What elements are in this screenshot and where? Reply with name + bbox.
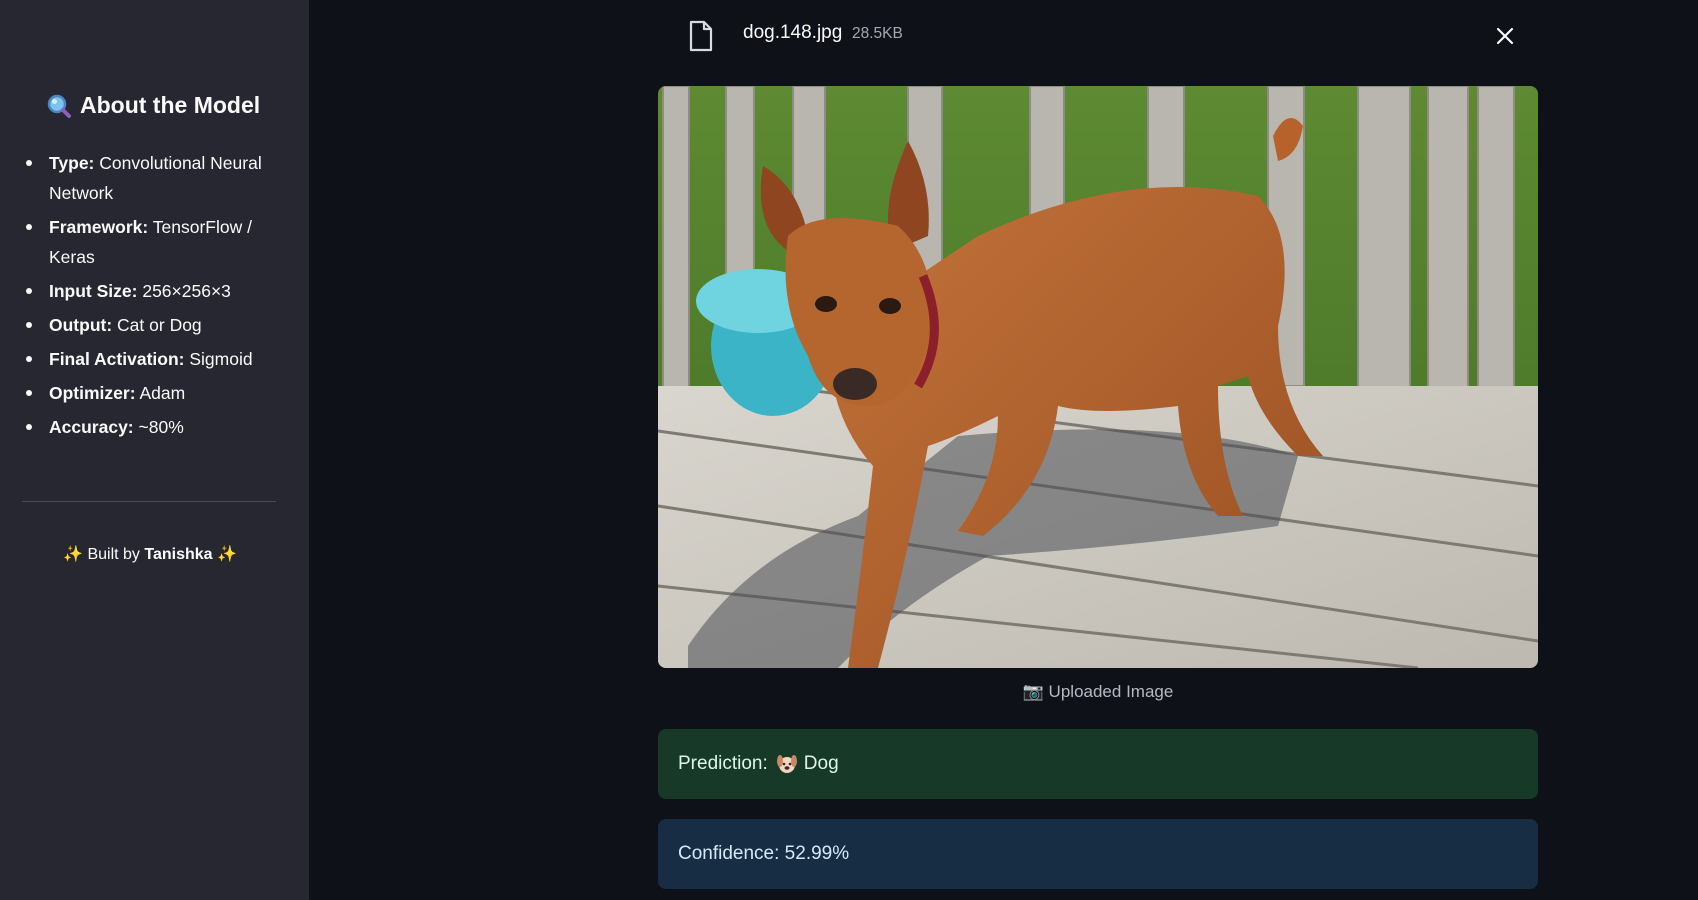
- list-item: Input Size: 256×256×3: [24, 276, 284, 306]
- item-key: Final Activation:: [49, 349, 185, 369]
- item-value: ~80%: [138, 417, 184, 437]
- uploaded-file-row: dog.148.jpg 28.5KB: [688, 18, 1518, 70]
- item-key: Type:: [49, 153, 95, 173]
- file-name: dog.148.jpg: [743, 22, 843, 43]
- item-key: Input Size:: [49, 281, 138, 301]
- dog-photo: [658, 86, 1538, 668]
- footer-suffix: ✨: [217, 546, 237, 563]
- confidence-text: Confidence: 52.99%: [678, 843, 850, 864]
- footer-author: Tanishka: [144, 546, 213, 563]
- list-item: Type: Convolutional Neural Network: [24, 148, 284, 208]
- item-key: Output:: [49, 315, 113, 335]
- sidebar-divider: [22, 501, 276, 502]
- prediction-label: Prediction:: [678, 753, 768, 774]
- item-value: Adam: [139, 383, 186, 403]
- list-item: Accuracy: ~80%: [24, 412, 284, 442]
- model-info-list: Type: Convolutional Neural Network Frame…: [24, 148, 284, 446]
- close-icon[interactable]: [1493, 24, 1517, 48]
- dog-face-icon: [776, 755, 797, 773]
- prediction-value: Dog: [803, 753, 839, 774]
- item-value: Sigmoid: [189, 349, 253, 369]
- sidebar-footer: ✨ Built by Tanishka ✨: [0, 544, 300, 564]
- item-key: Optimizer:: [49, 383, 136, 403]
- file-size: 28.5KB: [852, 25, 903, 42]
- list-item: Output: Cat or Dog: [24, 310, 284, 340]
- sidebar-title-text: About the Model: [80, 92, 261, 118]
- uploaded-image: [658, 86, 1538, 668]
- item-key: Framework:: [49, 217, 149, 237]
- item-value: 256×256×3: [142, 281, 231, 301]
- confidence-alert: Confidence: 52.99%: [658, 819, 1538, 889]
- prediction-alert: Prediction: Dog: [658, 729, 1538, 799]
- file-icon: [689, 20, 713, 52]
- sidebar-title: About the Model: [46, 92, 260, 119]
- sidebar: About the Model Type: Convolutional Neur…: [0, 0, 309, 900]
- magnifier-icon: [47, 94, 71, 118]
- footer-prefix: ✨ Built by: [63, 546, 140, 563]
- image-caption: 📷 Uploaded Image: [1022, 682, 1174, 701]
- item-key: Accuracy:: [49, 417, 134, 437]
- list-item: Optimizer: Adam: [24, 378, 284, 408]
- list-item: Framework: TensorFlow / Keras: [24, 212, 284, 272]
- list-item: Final Activation: Sigmoid: [24, 344, 284, 374]
- item-value: Cat or Dog: [117, 315, 202, 335]
